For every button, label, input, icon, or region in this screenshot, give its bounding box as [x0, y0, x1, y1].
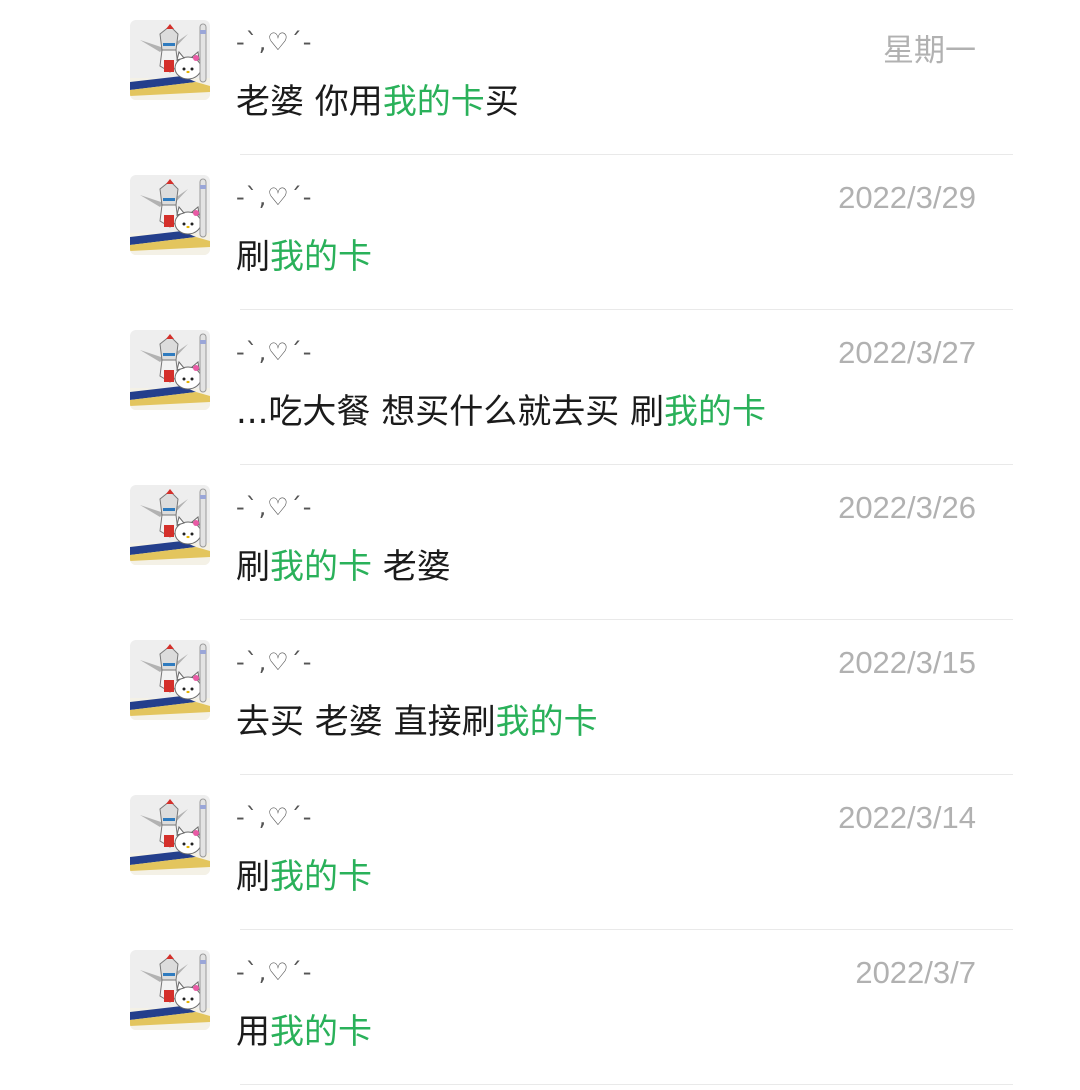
- contact-name: -ˋ,♡ˊ-: [236, 648, 313, 676]
- contact-name: -ˋ,♡ˊ-: [236, 493, 313, 521]
- message-date: 2022/3/26: [838, 490, 976, 525]
- result-item[interactable]: -ˋ,♡ˊ- 2022/3/26 刷我的卡 老婆: [0, 465, 1080, 620]
- result-item[interactable]: -ˋ,♡ˊ- 2022/3/15 去买 老婆 直接刷我的卡: [0, 620, 1080, 775]
- snippet-text-before: 刷: [236, 237, 270, 277]
- result-item[interactable]: -ˋ,♡ˊ- 星期一 老婆 你用我的卡买: [0, 0, 1080, 155]
- message-date: 2022/3/27: [838, 335, 976, 370]
- keyword-highlight: 我的卡: [270, 547, 372, 587]
- message-date: 2022/3/29: [838, 180, 976, 215]
- result-item[interactable]: -ˋ,♡ˊ- 2022/3/14 刷我的卡: [0, 775, 1080, 930]
- gundam-hellokitty-avatar-icon[interactable]: [130, 950, 210, 1030]
- snippet-text-before: 老婆 你用: [236, 82, 383, 122]
- snippet-text-before: 去买 老婆 直接刷: [236, 702, 496, 742]
- contact-name: -ˋ,♡ˊ-: [236, 338, 313, 366]
- message-snippet: ...吃大餐 想买什么就去买 刷我的卡: [236, 384, 766, 433]
- keyword-highlight: 我的卡: [270, 1012, 372, 1052]
- message-date: 星期一: [883, 33, 976, 68]
- message-date: 2022/3/15: [838, 645, 976, 680]
- result-item[interactable]: -ˋ,♡ˊ- 2022/3/7 用我的卡: [0, 930, 1080, 1085]
- divider: [240, 1084, 1013, 1085]
- snippet-text-after: 老婆: [372, 547, 451, 587]
- contact-name: -ˋ,♡ˊ-: [236, 803, 313, 831]
- message-snippet: 老婆 你用我的卡买: [236, 74, 519, 123]
- keyword-highlight: 我的卡: [382, 82, 485, 122]
- result-item[interactable]: -ˋ,♡ˊ- 2022/3/27 ...吃大餐 想买什么就去买 刷我的卡: [0, 310, 1080, 465]
- gundam-hellokitty-avatar-icon[interactable]: [130, 20, 210, 100]
- chat-search-results: -ˋ,♡ˊ- 星期一 老婆 你用我的卡买 -ˋ,♡ˊ- 2022/3/29 刷我…: [0, 0, 1080, 1090]
- gundam-hellokitty-avatar-icon[interactable]: [130, 640, 210, 720]
- message-snippet: 刷我的卡 老婆: [236, 539, 451, 588]
- snippet-text-before: 刷: [236, 547, 270, 587]
- message-snippet: 用我的卡: [236, 1004, 372, 1053]
- contact-name: -ˋ,♡ˊ-: [236, 958, 313, 986]
- contact-name: -ˋ,♡ˊ-: [236, 183, 313, 211]
- result-item[interactable]: -ˋ,♡ˊ- 2022/3/29 刷我的卡: [0, 155, 1080, 310]
- keyword-highlight: 我的卡: [270, 857, 372, 897]
- gundam-hellokitty-avatar-icon[interactable]: [130, 485, 210, 565]
- snippet-text-after: 买: [484, 82, 519, 122]
- gundam-hellokitty-avatar-icon[interactable]: [130, 330, 210, 410]
- message-snippet: 刷我的卡: [236, 229, 372, 278]
- message-date: 2022/3/7: [855, 955, 976, 990]
- keyword-highlight: 我的卡: [270, 237, 372, 277]
- message-snippet: 去买 老婆 直接刷我的卡: [236, 694, 598, 743]
- gundam-hellokitty-avatar-icon[interactable]: [130, 795, 210, 875]
- contact-name: -ˋ,♡ˊ-: [236, 28, 313, 56]
- message-snippet: 刷我的卡: [236, 849, 372, 898]
- snippet-text-before: 用: [236, 1012, 270, 1052]
- keyword-highlight: 我的卡: [664, 392, 767, 432]
- snippet-text-before: 刷: [236, 857, 270, 897]
- keyword-highlight: 我的卡: [495, 702, 598, 742]
- snippet-text-before: ...吃大餐 想买什么就去买 刷: [236, 392, 665, 432]
- message-date: 2022/3/14: [838, 800, 976, 835]
- gundam-hellokitty-avatar-icon[interactable]: [130, 175, 210, 255]
